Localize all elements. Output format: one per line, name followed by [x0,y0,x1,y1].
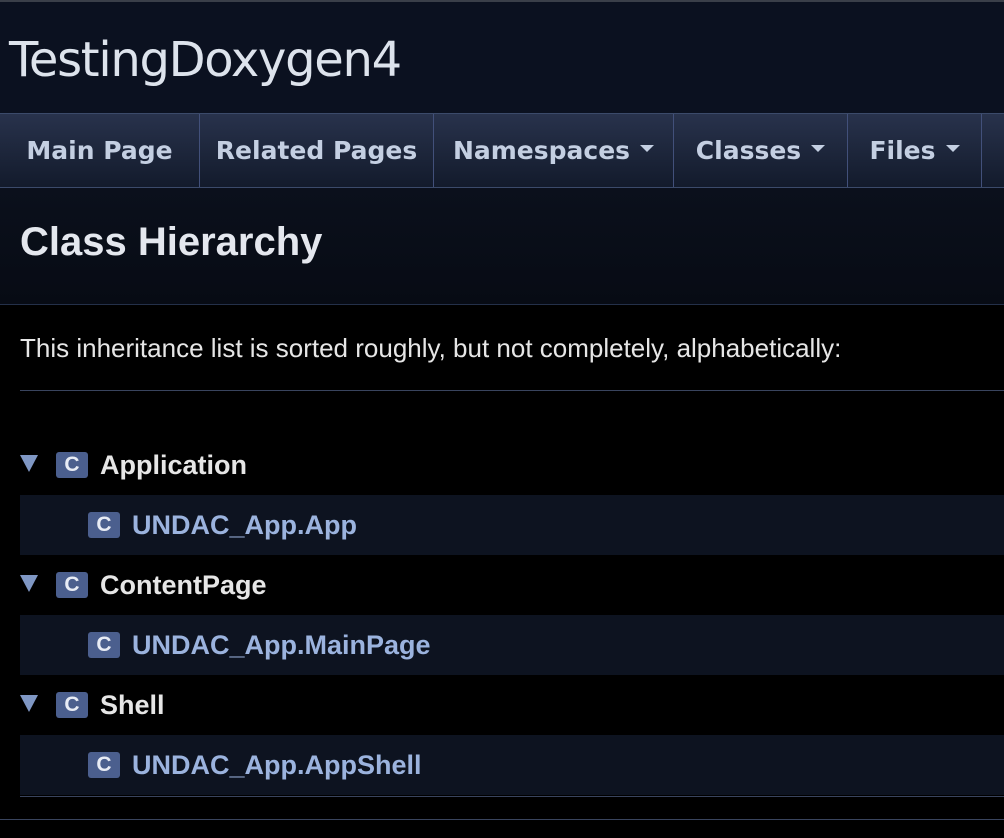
expand-arrow-icon[interactable] [20,695,38,712]
page-header: Class Hierarchy [0,188,1004,305]
class-link-undac-app-app[interactable]: UNDAC_App.App [132,508,357,542]
hierarchy-row-undac-app-appshell: C UNDAC_App.AppShell [20,735,1004,795]
hierarchy-row-contentpage: C ContentPage [20,555,1004,615]
footer-divider [0,819,1004,820]
hierarchy-row-shell: C Shell [20,675,1004,735]
expand-arrow-icon[interactable] [20,455,38,472]
chevron-down-icon [945,145,960,152]
chevron-down-icon [811,145,826,152]
main-nav: Main Page Related Pages Namespaces Class… [0,113,1004,188]
nav-files[interactable]: Files [848,114,982,187]
class-icon: C [88,752,120,778]
page-title: Class Hierarchy [20,220,323,264]
nav-main-page[interactable]: Main Page [0,114,200,187]
class-label-contentpage: ContentPage [100,570,267,600]
nav-related-pages-label: Related Pages [215,136,418,165]
nav-classes[interactable]: Classes [674,114,848,187]
class-icon: C [56,692,88,718]
nav-namespaces[interactable]: Namespaces [434,114,674,187]
intro-text: This inheritance list is sorted roughly,… [20,333,842,363]
class-icon: C [88,512,120,538]
class-label-application: Application [100,450,247,480]
hierarchy-row-undac-app-mainpage: C UNDAC_App.MainPage [20,615,1004,675]
class-link-undac-app-appshell[interactable]: UNDAC_App.AppShell [132,748,422,782]
class-icon: C [56,572,88,598]
class-label-shell: Shell [100,690,165,720]
hierarchy-row-undac-app-app: C UNDAC_App.App [20,495,1004,555]
nav-files-label: Files [869,136,936,165]
title-area: TestingDoxygen4 [0,0,1004,113]
hierarchy-row-application: C Application [20,435,1004,495]
divider [20,796,1004,797]
nav-related-pages[interactable]: Related Pages [200,114,434,187]
class-link-undac-app-mainpage[interactable]: UNDAC_App.MainPage [132,628,431,662]
project-name: TestingDoxygen4 [9,32,402,88]
nav-classes-label: Classes [695,136,802,165]
class-icon: C [88,632,120,658]
doxygen-page: TestingDoxygen4 Main Page Related Pages … [0,0,1004,838]
nav-main-page-label: Main Page [26,136,173,165]
class-icon: C [56,452,88,478]
nav-namespaces-label: Namespaces [452,136,631,165]
expand-arrow-icon[interactable] [20,575,38,592]
divider [20,390,1004,391]
chevron-down-icon [640,145,655,152]
